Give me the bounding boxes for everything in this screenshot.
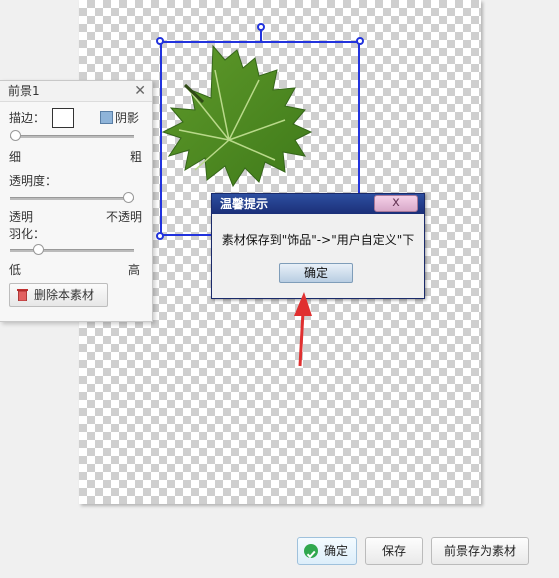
rotate-handle-line xyxy=(260,30,262,42)
confirm-button[interactable]: 确定 xyxy=(297,537,357,565)
low-label: 低 xyxy=(9,263,22,277)
delete-material-button[interactable]: 删除本素材 xyxy=(9,283,108,307)
feather-slider-knob[interactable] xyxy=(32,244,44,255)
stroke-slider-knob[interactable] xyxy=(10,130,21,141)
resize-handle-top-right[interactable] xyxy=(356,37,364,45)
stroke-label: 描边： xyxy=(9,111,46,125)
confirm-label: 确定 xyxy=(323,544,348,558)
rotate-handle[interactable] xyxy=(257,23,265,31)
panel-title-text: 前景1 xyxy=(8,84,40,98)
thin-label: 细 xyxy=(9,150,22,164)
opaque-label: 不透明 xyxy=(106,210,143,224)
foreground-panel: 前景1 ✕ 描边： 阴影 细 粗 透明度： 透明 不透明 羽化： 低 高 删除本… xyxy=(0,80,153,322)
dialog-ok-button[interactable]: 确定 xyxy=(279,263,353,283)
resize-handle-bottom-left[interactable] xyxy=(156,232,164,240)
panel-title: 前景1 ✕ xyxy=(0,81,152,102)
opacity-label: 透明度： xyxy=(9,174,58,188)
high-label: 高 xyxy=(128,263,141,277)
feather-slider[interactable] xyxy=(10,244,134,255)
stroke-slider[interactable] xyxy=(10,130,134,141)
resize-handle-top-left[interactable] xyxy=(156,37,164,45)
opacity-slider[interactable] xyxy=(10,192,134,203)
dialog-message: 素材保存到"饰品"->"用户自定义"下 xyxy=(221,233,415,247)
trash-icon xyxy=(17,289,28,301)
check-icon xyxy=(304,544,318,559)
close-icon[interactable]: ✕ xyxy=(134,81,146,101)
delete-material-label: 删除本素材 xyxy=(34,288,95,302)
stroke-color-swatch[interactable] xyxy=(52,108,74,128)
red-arrow-annotation xyxy=(294,292,312,367)
dialog-close-button[interactable]: x xyxy=(374,195,418,212)
shadow-label: 阴影 xyxy=(115,111,140,125)
shadow-checkbox[interactable] xyxy=(100,111,113,124)
save-foreground-as-material-button[interactable]: 前景存为素材 xyxy=(431,537,529,565)
feather-label: 羽化： xyxy=(9,227,46,241)
thick-label: 粗 xyxy=(130,150,143,164)
transparent-label: 透明 xyxy=(9,210,34,224)
opacity-slider-knob[interactable] xyxy=(123,192,134,203)
save-button[interactable]: 保存 xyxy=(365,537,423,565)
tip-dialog: 温馨提示 x 素材保存到"饰品"->"用户自定义"下 确定 xyxy=(211,193,425,299)
